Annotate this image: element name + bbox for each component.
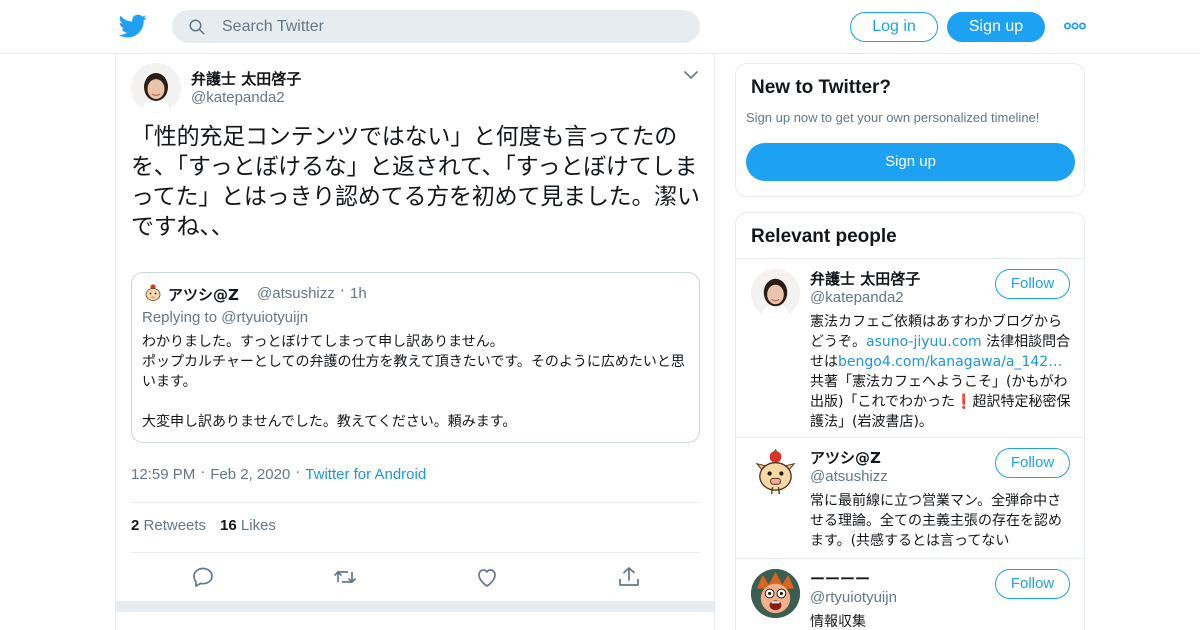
- quoted-line: わかりました。すっとぼけてしまって申し訳ありません。: [142, 334, 504, 350]
- divider: [131, 502, 700, 503]
- replying-to: Replying to @rtyuiotyuijn: [142, 309, 309, 326]
- person-item[interactable]: アツシ@Z @atsushizz Follow 常に最前線に立つ営業マン。全弾命…: [736, 438, 1084, 558]
- author-portrait-icon: [131, 63, 181, 113]
- quoted-author-name: アツシ@Z: [168, 286, 239, 304]
- quoted-tweet[interactable]: アツシ@Z @atsushizz · 1h Replying to @rtyui…: [131, 272, 700, 443]
- quoted-avatar: [145, 284, 161, 301]
- person-handle[interactable]: @atsushizz: [810, 468, 888, 485]
- login-button[interactable]: Log in: [850, 12, 938, 42]
- person-item[interactable]: 弁護士 太田啓子 @katepanda2 Follow 憲法カフェご依頼はあすわ…: [736, 259, 1084, 437]
- person-bio: 常に最前線に立つ営業マン。全弾命中させる理論。全ての主義主張の存在を認めます。(…: [810, 493, 1062, 549]
- avatar[interactable]: [131, 63, 181, 113]
- search-box[interactable]: [172, 10, 700, 43]
- follow-button[interactable]: Follow: [995, 448, 1070, 478]
- person-name[interactable]: 弁護士 太田啓子: [810, 268, 920, 289]
- share-icon[interactable]: [617, 566, 641, 588]
- search-input[interactable]: [222, 10, 682, 43]
- new-to-twitter-card: New to Twitter? Sign up now to get your …: [735, 63, 1085, 197]
- person-bio: 憲法カフェご依頼はあすわかブログからどうぞ。asuno-jiyuu.com 法律…: [810, 312, 1072, 432]
- author-portrait-icon: [751, 269, 800, 318]
- quoted-text: わかりました。すっとぼけてしまって申し訳ありません。 ポップカルチャーとしての弁…: [142, 332, 692, 432]
- signup-button[interactable]: Sign up: [947, 12, 1045, 42]
- person-handle[interactable]: @rtyuiotyuijn: [810, 589, 897, 606]
- person-item[interactable]: ーーーー @rtyuiotyuijn Follow 情報収集: [736, 559, 1084, 630]
- chevron-down-icon[interactable]: [684, 70, 698, 80]
- dot-separator: ·: [295, 463, 301, 480]
- relevant-people-card: Relevant people 弁護士 太田啓子 @katepanda2 Fol…: [735, 212, 1085, 630]
- divider: [131, 552, 700, 553]
- retweet-icon[interactable]: [333, 566, 357, 588]
- tweet-source-link[interactable]: Twitter for Android: [305, 466, 426, 483]
- new-to-twitter-subtitle: Sign up now to get your own personalized…: [746, 110, 1040, 125]
- avatar[interactable]: [751, 569, 800, 618]
- quoted-timestamp: 1h: [350, 285, 367, 302]
- follow-button[interactable]: Follow: [995, 269, 1070, 299]
- tweet-metadata: 12:59 PM · Feb 2, 2020 · Twitter for Android: [131, 463, 426, 483]
- bio-link[interactable]: asuno-jiyuu.com: [866, 334, 982, 350]
- tweet-date[interactable]: Feb 2, 2020: [210, 466, 290, 483]
- author-handle[interactable]: @katepanda2: [191, 89, 285, 106]
- cartoon-pig-icon: [751, 448, 800, 497]
- top-navigation-bar: Log in Sign up: [0, 0, 1200, 54]
- avatar[interactable]: [751, 448, 800, 497]
- screaming-face-icon: [751, 569, 800, 618]
- retweets-stat[interactable]: 2 Retweets: [131, 517, 206, 534]
- likes-stat[interactable]: 16 Likes: [220, 517, 276, 534]
- person-bio: 情報収集: [810, 614, 866, 630]
- section-divider: [116, 601, 714, 612]
- bio-link[interactable]: bengo4.com/kanagawa/a_142…: [838, 354, 1062, 370]
- exclamation-emoji: ❗: [955, 394, 973, 410]
- avatar[interactable]: [751, 269, 800, 318]
- tweet-detail: 弁護士 太田啓子 @katepanda2 「性的充足コンテンツではない」と何度も…: [115, 54, 715, 630]
- follow-button[interactable]: Follow: [995, 569, 1070, 599]
- tweet-stats: 2 Retweets 16 Likes: [131, 517, 276, 534]
- sidebar-signup-button[interactable]: Sign up: [746, 143, 1075, 181]
- dot-separator: ·: [340, 282, 345, 300]
- tweet-time[interactable]: 12:59 PM: [131, 466, 195, 483]
- like-heart-icon[interactable]: [475, 566, 499, 588]
- person-handle[interactable]: @katepanda2: [810, 289, 904, 306]
- person-name[interactable]: アツシ@Z: [810, 447, 881, 468]
- search-icon: [189, 19, 205, 35]
- likes-count: 16: [220, 517, 237, 534]
- twitter-bird-icon[interactable]: [119, 12, 147, 40]
- retweets-count: 2: [131, 517, 140, 534]
- tweet-text: 「性的充足コンテンツではない」と何度も言ってたのを、「すっとぼけるな」と返されて…: [131, 124, 700, 240]
- new-to-twitter-title: New to Twitter?: [751, 77, 892, 98]
- retweets-label: Retweets: [143, 517, 207, 534]
- person-name[interactable]: ーーーー: [810, 568, 870, 589]
- quoted-author-handle: @atsushizz: [257, 285, 335, 302]
- relevant-people-title: Relevant people: [751, 226, 897, 247]
- quoted-line: ポップカルチャーとしての弁護の仕方を教えて頂きたいです。そのように広めたいと思い…: [142, 354, 685, 390]
- more-options-icon[interactable]: [1064, 17, 1086, 35]
- author-name[interactable]: 弁護士 太田啓子: [191, 68, 301, 89]
- dot-separator: ·: [200, 463, 206, 480]
- quoted-line: 大変申し訳ありませんでした。教えてください。頼みます。: [142, 414, 517, 430]
- reply-icon[interactable]: [191, 566, 215, 588]
- likes-label: Likes: [240, 517, 276, 534]
